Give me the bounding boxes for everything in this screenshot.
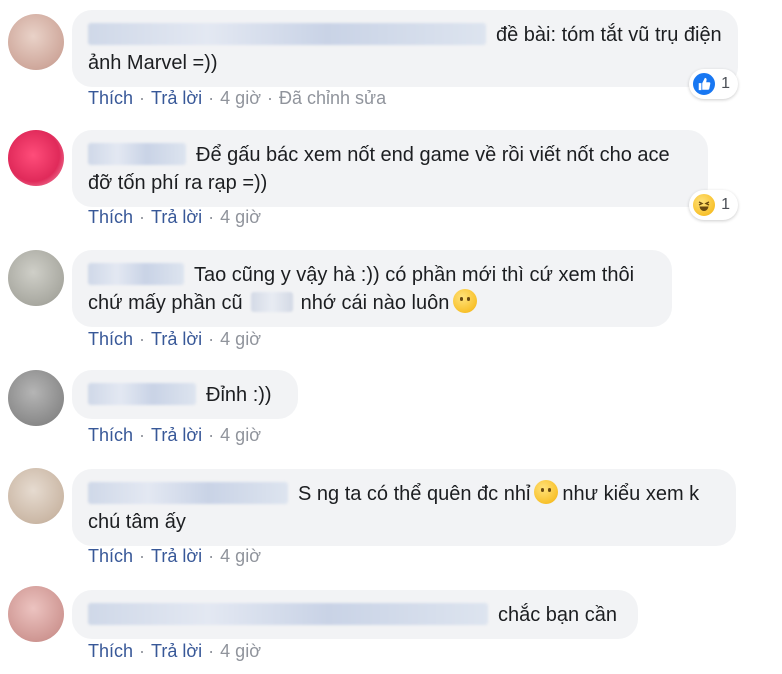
comment-actions: Thích · Trả lời · 4 giờ	[88, 425, 261, 446]
separator: ·	[208, 88, 215, 108]
comment-bubble: chắc bạn cần	[72, 590, 638, 639]
like-link[interactable]: Thích	[88, 425, 133, 445]
separator: ·	[139, 641, 146, 661]
separator: ·	[208, 207, 215, 227]
separator: ·	[139, 329, 146, 349]
timestamp[interactable]: 4 giờ	[220, 425, 261, 445]
author-name-blurred[interactable]	[88, 482, 288, 504]
reaction-number: 1	[721, 196, 730, 213]
reply-link[interactable]: Trả lời	[151, 88, 202, 108]
like-icon	[691, 71, 718, 97]
comment-actions: Thích · Trả lời · 4 giờ · Đã chỉnh sửa	[88, 88, 386, 109]
comment-actions: Thích · Trả lời · 4 giờ	[88, 546, 261, 567]
like-link[interactable]: Thích	[88, 546, 133, 566]
comment-actions: Thích · Trả lời · 4 giờ	[88, 207, 261, 228]
reaction-count[interactable]: 1	[689, 190, 738, 220]
timestamp[interactable]: 4 giờ	[220, 207, 261, 227]
reply-link[interactable]: Trả lời	[151, 641, 202, 661]
separator: ·	[208, 546, 215, 566]
timestamp[interactable]: 4 giờ	[220, 88, 261, 108]
comment-actions: Thích · Trả lời · 4 giờ	[88, 329, 261, 350]
haha-icon	[691, 192, 718, 218]
separator: ·	[208, 329, 215, 349]
author-name-blurred[interactable]	[88, 603, 488, 625]
separator: ·	[139, 546, 146, 566]
like-link[interactable]: Thích	[88, 329, 133, 349]
separator: ·	[139, 207, 146, 227]
reply-link[interactable]: Trả lời	[151, 329, 202, 349]
comment-bubble: S ng ta có thể quên đc nhỉ như kiểu xem k…	[72, 469, 736, 546]
avatar[interactable]	[8, 14, 64, 70]
like-link[interactable]: Thích	[88, 207, 133, 227]
avatar[interactable]	[8, 250, 64, 306]
comment-text: Đỉnh :))	[206, 384, 272, 406]
separator: ·	[267, 88, 273, 108]
author-name-blurred[interactable]	[88, 263, 184, 285]
comment-actions: Thích · Trả lời · 4 giờ	[88, 641, 261, 662]
author-name-blurred[interactable]	[88, 383, 196, 405]
avatar[interactable]	[8, 468, 64, 524]
comment-text-part: S ng ta có thể quên đc nhỉ	[298, 483, 531, 505]
timestamp[interactable]: 4 giờ	[220, 641, 261, 661]
avatar[interactable]	[8, 586, 64, 642]
avatar[interactable]	[8, 130, 64, 186]
smile-emoji-icon	[453, 289, 478, 313]
comment-bubble: Để gấu bác xem nốt end game về rồi viết …	[72, 130, 708, 207]
separator: ·	[208, 641, 215, 661]
separator: ·	[139, 88, 146, 108]
reply-link[interactable]: Trả lời	[151, 207, 202, 227]
comment-text: chắc bạn cần	[498, 604, 617, 626]
comment-bubble: Đỉnh :))	[72, 370, 298, 419]
timestamp[interactable]: 4 giờ	[220, 329, 261, 349]
comment-bubble: đề bài: tóm tắt vũ trụ điện ảnh Marvel =…	[72, 10, 738, 87]
edited-label[interactable]: Đã chỉnh sửa	[279, 88, 386, 108]
reply-link[interactable]: Trả lời	[151, 546, 202, 566]
like-link[interactable]: Thích	[88, 88, 133, 108]
reaction-count[interactable]: 1	[689, 69, 738, 99]
author-name-blurred[interactable]	[88, 23, 486, 45]
like-link[interactable]: Thích	[88, 641, 133, 661]
thinking-emoji-icon	[534, 480, 559, 504]
author-name-blurred[interactable]	[88, 143, 186, 165]
avatar[interactable]	[8, 370, 64, 426]
reply-link[interactable]: Trả lời	[151, 425, 202, 445]
blurred-word	[250, 292, 293, 312]
separator: ·	[208, 425, 215, 445]
comment-bubble: Tao cũng y vậy hà :)) có phần mới thì cứ…	[72, 250, 672, 327]
reaction-number: 1	[721, 75, 730, 92]
comment-text-part: nhớ cái nào luôn	[300, 292, 450, 314]
timestamp[interactable]: 4 giờ	[220, 546, 261, 566]
separator: ·	[139, 425, 146, 445]
